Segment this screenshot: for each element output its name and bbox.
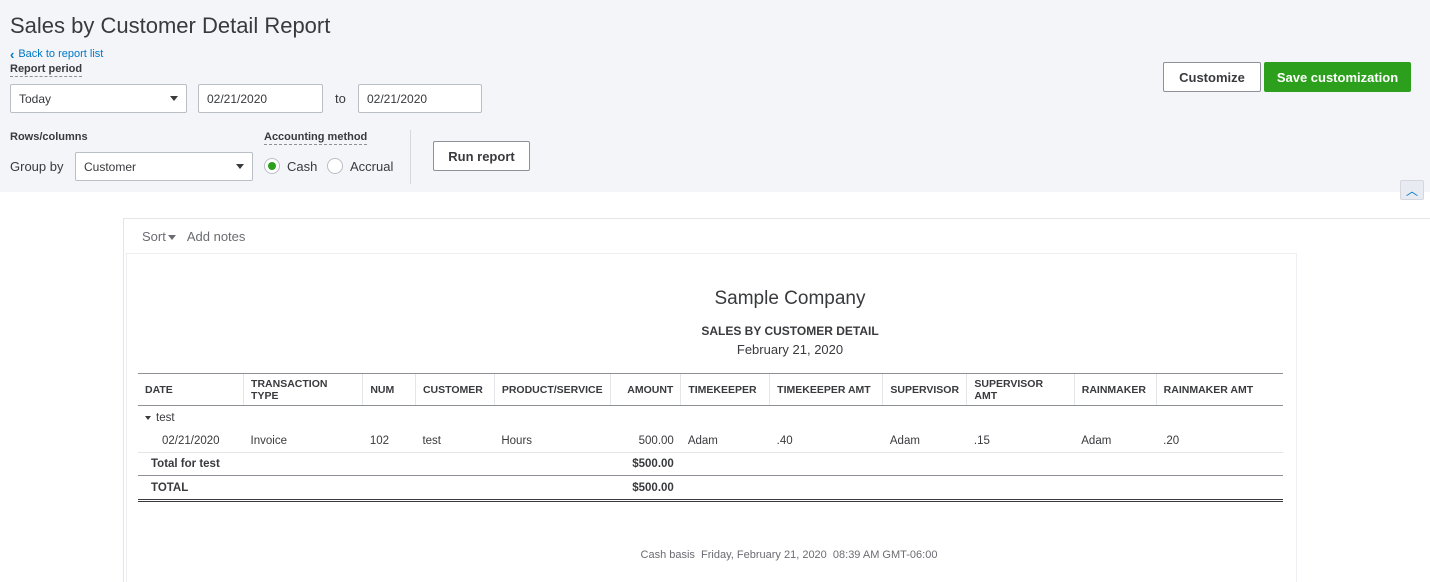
column-header[interactable]: DATE: [138, 373, 244, 406]
date-from-value: 02/21/2020: [207, 91, 268, 106]
cell-date: 02/21/2020: [138, 429, 244, 453]
report-title: SALES BY CUSTOMER DETAIL: [701, 324, 879, 338]
total-label: TOTAL: [138, 475, 363, 502]
column-header[interactable]: TIMEKEEPER: [680, 373, 770, 406]
report-settings-panel: Sales by Customer Detail Report ‹ Back t…: [0, 0, 1430, 192]
report-footer: Cash basis Friday, February 21, 2020 08:…: [640, 549, 938, 561]
cell-rainmaker-amt: .20: [1156, 429, 1283, 453]
date-to-input[interactable]: 02/21/2020: [358, 84, 482, 113]
total-amount[interactable]: $500.00: [610, 475, 681, 502]
column-header[interactable]: AMOUNT: [609, 373, 681, 406]
run-report-button[interactable]: Run report: [433, 141, 530, 171]
column-header[interactable]: CUSTOMER: [414, 373, 495, 406]
accrual-radio[interactable]: Accrual: [327, 158, 393, 174]
report-period-select[interactable]: Today: [10, 84, 187, 113]
chevron-up-icon: ︿: [1405, 183, 1418, 198]
caret-down-icon[interactable]: [145, 415, 151, 420]
report-date: February 21, 2020: [736, 342, 844, 357]
customize-button[interactable]: Customize: [1163, 62, 1261, 92]
accounting-method-label: Accounting method: [264, 131, 368, 145]
report-period-value: Today: [19, 91, 52, 106]
accrual-radio-label: Accrual: [350, 158, 394, 174]
rows-columns-label: Rows/columns: [10, 131, 88, 143]
column-header[interactable]: SUPERVISOR AMT: [966, 373, 1075, 406]
column-header[interactable]: RAINMAKER: [1073, 373, 1157, 406]
radio-selected-icon: [264, 158, 280, 174]
report-period-label: Report period: [10, 63, 83, 77]
group-name: test: [156, 411, 175, 424]
group-by-select[interactable]: Customer: [75, 152, 253, 181]
radio-unselected-icon: [327, 158, 343, 174]
cell-transaction-type[interactable]: Invoice: [243, 429, 363, 453]
cash-radio[interactable]: Cash: [264, 158, 317, 174]
column-header[interactable]: TRANSACTION TYPE: [243, 373, 363, 406]
cell-supervisor: Adam: [882, 429, 967, 453]
subtotal-row: Total for test $500.00: [138, 452, 1283, 476]
caret-down-icon: [167, 235, 176, 241]
caret-down-icon: [236, 164, 244, 169]
report-table: DATE TRANSACTION TYPE NUM CUSTOMER PRODU…: [138, 373, 1283, 502]
date-from-input[interactable]: 02/21/2020: [198, 84, 323, 113]
column-header[interactable]: PRODUCT/SERVICE: [493, 373, 611, 406]
cell-amount: 500.00: [610, 429, 681, 453]
column-header[interactable]: SUPERVISOR: [882, 373, 967, 406]
cell-customer: test: [415, 429, 495, 453]
page-title: Sales by Customer Detail Report: [10, 13, 331, 38]
add-notes-link[interactable]: Add notes: [187, 229, 246, 244]
column-header[interactable]: TIMEKEEPER AMT: [769, 373, 883, 406]
column-header[interactable]: NUM: [362, 373, 416, 406]
divider: [410, 130, 411, 184]
back-link-label: Back to report list: [18, 48, 104, 60]
report-toolbar: Sort Add notes: [142, 229, 245, 244]
sort-dropdown[interactable]: Sort: [142, 229, 176, 244]
column-header[interactable]: RAINMAKER AMT: [1155, 373, 1283, 406]
table-row[interactable]: 02/21/2020 Invoice 102 test Hours 500.00…: [138, 429, 1283, 453]
caret-down-icon: [170, 96, 178, 101]
group-by-value: Customer: [84, 159, 137, 174]
cell-timekeeper: Adam: [680, 429, 770, 453]
group-by-label: Group by: [10, 159, 64, 174]
cash-radio-label: Cash: [287, 158, 318, 174]
date-to-value: 02/21/2020: [367, 91, 428, 106]
total-row: TOTAL $500.00: [138, 475, 1283, 502]
subtotal-label: Total for test: [138, 452, 363, 476]
company-name: Sample Company: [714, 288, 866, 309]
cell-rainmaker: Adam: [1074, 429, 1157, 453]
cell-product-service: Hours: [494, 429, 611, 453]
cell-num: 102: [362, 429, 416, 453]
cell-timekeeper-amt: .40: [769, 429, 883, 453]
cell-supervisor-amt: .15: [966, 429, 1075, 453]
save-customization-button[interactable]: Save customization: [1264, 62, 1411, 92]
subtotal-amount[interactable]: $500.00: [610, 452, 681, 476]
collapse-panel-button[interactable]: ︿: [1400, 180, 1424, 200]
chevron-left-icon: ‹: [10, 46, 15, 62]
back-to-report-list-link[interactable]: ‹ Back to report list: [10, 46, 104, 62]
group-row[interactable]: test: [138, 406, 1283, 430]
table-header-row: DATE TRANSACTION TYPE NUM CUSTOMER PRODU…: [138, 373, 1283, 406]
to-label: to: [335, 91, 346, 106]
